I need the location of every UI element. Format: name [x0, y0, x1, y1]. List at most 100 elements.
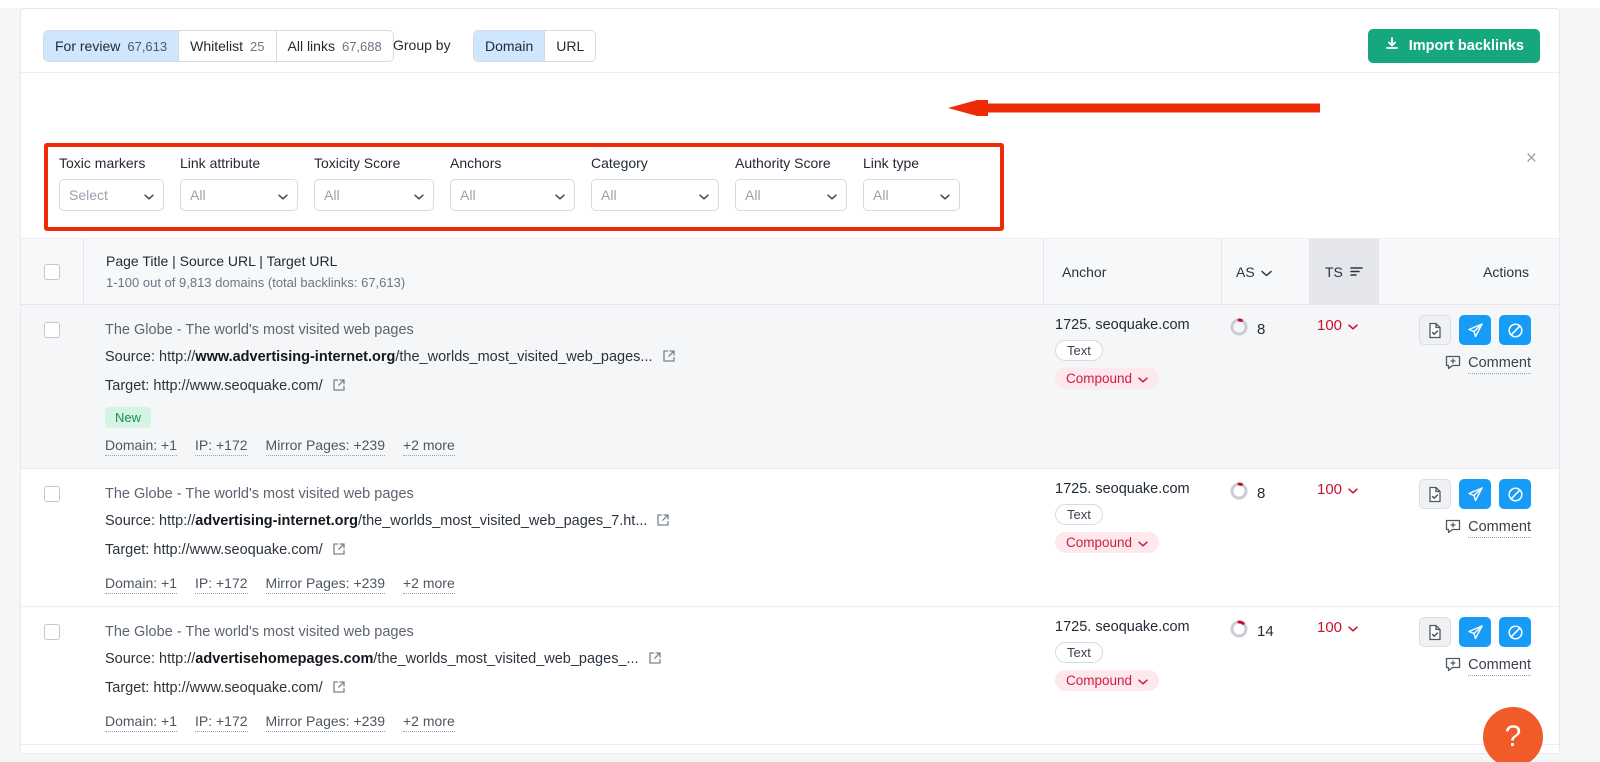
- tab-whitelist-label: Whitelist: [190, 38, 244, 54]
- row-target-url[interactable]: Target: http://www.seoquake.com/: [105, 675, 1043, 704]
- row-checkbox[interactable]: [21, 469, 83, 502]
- filter-toxic-markers-select[interactable]: Select: [59, 179, 164, 211]
- column-actions: Actions: [1379, 239, 1559, 304]
- filter-toxicity-score: Toxicity Score All: [314, 155, 434, 211]
- filter-toxic-markers: Toxic markers Select: [59, 155, 164, 211]
- external-link-icon[interactable]: [332, 375, 346, 402]
- add-to-removal-icon[interactable]: [1499, 315, 1531, 345]
- filter-category-label: Category: [591, 155, 648, 171]
- meta-ip[interactable]: IP: +172: [194, 575, 248, 594]
- external-link-icon[interactable]: [648, 648, 662, 675]
- column-ts[interactable]: TS: [1309, 239, 1379, 304]
- download-icon: [1384, 36, 1400, 56]
- help-button[interactable]: ?: [1483, 707, 1543, 762]
- add-to-removal-icon[interactable]: [1499, 617, 1531, 647]
- move-to-review-icon[interactable]: [1419, 479, 1451, 509]
- select-all-checkbox[interactable]: [21, 239, 83, 304]
- row-checkbox[interactable]: [21, 745, 83, 753]
- meta-mirror-pages[interactable]: Mirror Pages: +239: [265, 713, 385, 732]
- filter-anchors-select[interactable]: All: [450, 179, 575, 211]
- anchor-compound-tag[interactable]: Compound: [1055, 368, 1160, 389]
- meta-mirror-pages[interactable]: Mirror Pages: +239: [265, 575, 385, 594]
- row-target-url[interactable]: Target: http://www.seoquake.com/: [105, 373, 1043, 402]
- filter-link-type-label: Link type: [863, 155, 920, 171]
- source-domain: www.advertising-internet.org: [195, 349, 396, 365]
- external-link-icon[interactable]: [332, 677, 346, 704]
- target-url-value: http://www.seoquake.com/: [153, 378, 323, 394]
- view-tabs[interactable]: For review 67,613 Whitelist 25 All links…: [43, 30, 394, 62]
- row-checkbox[interactable]: [21, 305, 83, 338]
- page-scrollbar[interactable]: [1594, 0, 1600, 762]
- tab-whitelist[interactable]: Whitelist 25: [179, 31, 277, 61]
- top-strip: [0, 0, 1600, 8]
- meta-more[interactable]: +2 more: [402, 713, 455, 732]
- chevron-down-icon: [1138, 673, 1148, 688]
- tab-group-url[interactable]: URL: [545, 31, 596, 61]
- group-by-tabs[interactable]: Domain URL: [473, 30, 597, 62]
- external-link-icon[interactable]: [662, 346, 676, 373]
- authority-score-gauge: [1229, 317, 1249, 342]
- row-anchor-cell: 1725. seoquake.com Text Compound: [1043, 305, 1221, 389]
- row-source-url[interactable]: Source: http://advertising-internet.org/…: [105, 508, 1043, 537]
- row-checkbox[interactable]: [21, 607, 83, 640]
- row-source-url[interactable]: Source: http://advertisehomepages.com/th…: [105, 646, 1043, 675]
- tab-all-links[interactable]: All links 67,688: [276, 31, 393, 61]
- meta-domain[interactable]: Domain: +1: [105, 575, 177, 594]
- toxicity-score[interactable]: 100: [1317, 317, 1379, 334]
- tab-for-review[interactable]: For review 67,613: [44, 31, 180, 61]
- external-link-icon[interactable]: [656, 510, 670, 537]
- comment-icon: [1445, 519, 1461, 538]
- toxicity-score[interactable]: 100: [1317, 481, 1379, 498]
- filter-link-attribute-select[interactable]: All: [180, 179, 298, 211]
- import-backlinks-label: Import backlinks: [1408, 38, 1524, 54]
- column-as[interactable]: AS: [1221, 239, 1309, 304]
- meta-more[interactable]: +2 more: [402, 437, 455, 456]
- send-to-whitelist-icon[interactable]: [1459, 479, 1491, 509]
- status-badge: New: [105, 407, 152, 428]
- meta-domain[interactable]: Domain: +1: [105, 713, 177, 732]
- move-to-review-icon[interactable]: [1419, 315, 1451, 345]
- row-meta-links: Domain: +1 IP: +172 Mirror Pages: +239 +…: [105, 437, 1043, 456]
- add-comment-button[interactable]: Comment: [1379, 657, 1531, 676]
- add-comment-button[interactable]: Comment: [1379, 355, 1531, 374]
- anchor-compound-tag[interactable]: Compound: [1055, 532, 1160, 553]
- target-url-value: http://www.seoquake.com/: [153, 680, 323, 696]
- authority-score-gauge: [1229, 619, 1249, 644]
- toxicity-score[interactable]: 100: [1317, 619, 1379, 636]
- table-row: The Globe - The world's most visited web…: [21, 607, 1559, 745]
- anchor-compound-label: Compound: [1066, 673, 1133, 688]
- add-to-removal-icon[interactable]: [1499, 479, 1531, 509]
- filter-authority-score-select[interactable]: All: [735, 179, 847, 211]
- filter-toolbar: Everywhere New Tar: [21, 73, 1559, 185]
- meta-ip[interactable]: IP: +172: [194, 713, 248, 732]
- filter-link-type-select[interactable]: All: [863, 179, 960, 211]
- row-target-url[interactable]: Target: http://www.seoquake.com/: [105, 537, 1043, 566]
- tab-for-review-label: For review: [55, 38, 121, 54]
- row-source-url[interactable]: Source: http://www.advertising-internet.…: [105, 344, 1043, 373]
- external-link-icon[interactable]: [332, 539, 346, 566]
- source-label: Source:: [105, 513, 155, 529]
- anchor-compound-tag[interactable]: Compound: [1055, 670, 1160, 691]
- source-label: Source:: [105, 651, 155, 667]
- toxicity-score-value: 100: [1317, 481, 1343, 498]
- chevron-down-icon: [1138, 535, 1148, 550]
- meta-mirror-pages[interactable]: Mirror Pages: +239: [265, 437, 385, 456]
- meta-ip[interactable]: IP: +172: [194, 437, 248, 456]
- filter-category: Category All: [591, 155, 719, 211]
- add-comment-button[interactable]: Comment: [1379, 519, 1531, 538]
- filter-toxicity-score-select[interactable]: All: [314, 179, 434, 211]
- import-backlinks-button[interactable]: Import backlinks: [1367, 29, 1540, 63]
- row-as-cell: 14: [1221, 607, 1309, 644]
- filter-category-select[interactable]: All: [591, 179, 719, 211]
- move-to-review-icon[interactable]: [1419, 617, 1451, 647]
- meta-domain[interactable]: Domain: +1: [105, 437, 177, 456]
- close-icon[interactable]: ×: [1526, 149, 1537, 168]
- send-to-whitelist-icon[interactable]: [1459, 315, 1491, 345]
- row-as-cell: 8: [1221, 469, 1309, 506]
- send-to-whitelist-icon[interactable]: [1459, 617, 1491, 647]
- row-ts-cell: 100: [1309, 469, 1379, 498]
- comment-label: Comment: [1468, 355, 1531, 374]
- table-row: The Globe - The world's most visited web…: [21, 469, 1559, 607]
- meta-more[interactable]: +2 more: [402, 575, 455, 594]
- tab-group-domain[interactable]: Domain: [474, 31, 546, 61]
